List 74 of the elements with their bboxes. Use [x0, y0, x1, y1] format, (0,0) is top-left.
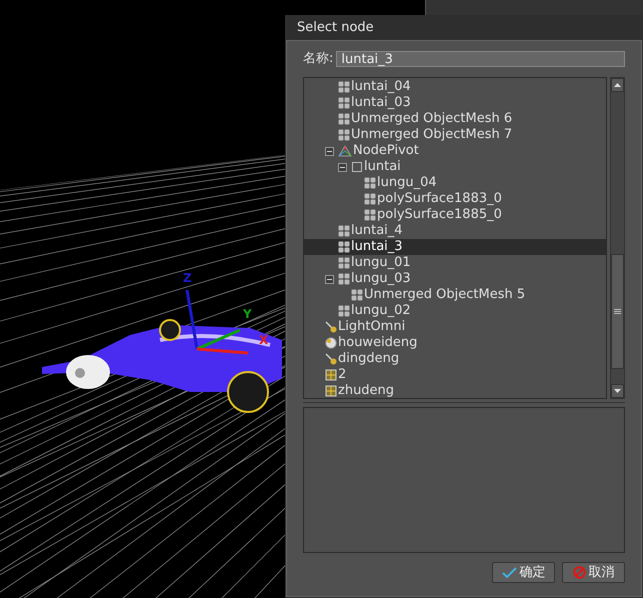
node-label: lungu_02: [351, 303, 411, 319]
square-icon: [352, 162, 362, 172]
scroll-down-icon[interactable]: [611, 384, 624, 398]
tree-item[interactable]: luntai_4: [304, 223, 606, 239]
mesh-icon: [338, 129, 350, 141]
tree-item[interactable]: luntai: [304, 159, 606, 175]
tree-item[interactable]: 2: [304, 367, 606, 383]
name-field[interactable]: luntai_3: [336, 51, 625, 67]
tree-item[interactable]: houweideng: [304, 335, 606, 351]
mesh-icon: [338, 225, 350, 237]
spotlight-icon: [325, 321, 337, 333]
mesh-icon: [338, 241, 350, 253]
pivot-icon: [338, 145, 352, 157]
spotlight-icon: [325, 353, 337, 365]
tree-item[interactable]: luntai_3: [304, 239, 606, 255]
tree-item[interactable]: zhudeng: [304, 383, 606, 398]
scroll-up-icon[interactable]: [611, 78, 624, 92]
mesh-icon: [364, 177, 376, 189]
node-label: luntai_04: [351, 79, 411, 95]
tree-item[interactable]: dingdeng: [304, 351, 606, 367]
scrollbar[interactable]: [610, 77, 625, 399]
dialog-title: Select node: [296, 18, 375, 37]
cancel-button[interactable]: 取消: [562, 562, 625, 583]
node-label: Unmerged ObjectMesh 5: [364, 287, 526, 303]
confirm-button[interactable]: 确定: [492, 562, 555, 583]
tree-item[interactable]: luntai_04: [304, 79, 606, 95]
mesh-icon: [338, 273, 350, 285]
node-label: lungu_04: [377, 175, 437, 191]
cube-icon: [325, 369, 337, 381]
tree-item[interactable]: luntai_03: [304, 95, 606, 111]
tree-item[interactable]: lungu_03: [304, 271, 606, 287]
tree-item[interactable]: Unmerged ObjectMesh 5: [304, 287, 606, 303]
node-label: dingdeng: [338, 351, 400, 367]
node-label: polySurface1883_0: [377, 191, 502, 207]
node-label: lungu_03: [351, 271, 411, 287]
bulb-icon: [325, 337, 337, 349]
node-label: luntai_4: [351, 223, 403, 239]
tree-item[interactable]: NodePivot: [304, 143, 606, 159]
node-label: zhudeng: [338, 383, 394, 398]
collapse-toggle[interactable]: [338, 162, 347, 172]
mesh-icon: [364, 209, 376, 221]
mesh-icon: [338, 97, 350, 109]
node-label: luntai: [364, 159, 401, 175]
name-label: 名称:: [303, 50, 334, 68]
mesh-icon: [338, 305, 350, 317]
tree-item[interactable]: lungu_02: [304, 303, 606, 319]
checkmark-icon: [502, 566, 516, 578]
node-label: luntai_03: [351, 95, 411, 111]
tree-item[interactable]: lungu_04: [304, 175, 606, 191]
node-label: LightOmni: [338, 319, 406, 335]
mesh-icon: [338, 81, 350, 93]
collapse-toggle[interactable]: [325, 146, 334, 156]
tree-item[interactable]: polySurface1885_0: [304, 207, 606, 223]
tree-item[interactable]: polySurface1883_0: [304, 191, 606, 207]
prohibited-icon: [572, 566, 586, 579]
tree-item[interactable]: LightOmni: [304, 319, 606, 335]
node-label: Unmerged ObjectMesh 6: [351, 111, 512, 127]
node-label: NodePivot: [353, 143, 419, 159]
node-label: luntai_3: [351, 239, 403, 255]
node-label: polySurface1885_0: [377, 207, 502, 223]
tree-item[interactable]: Unmerged ObjectMesh 6: [304, 111, 606, 127]
mesh-icon: [338, 257, 350, 269]
tree-item[interactable]: lungu_01: [304, 255, 606, 271]
mesh-icon: [351, 289, 363, 301]
node-label: Unmerged ObjectMesh 7: [351, 127, 512, 143]
mesh-icon: [364, 193, 376, 205]
mesh-icon: [338, 113, 350, 125]
cube-icon: [325, 385, 337, 397]
node-label: 2: [338, 367, 346, 383]
node-label: lungu_01: [351, 255, 411, 271]
scroll-thumb[interactable]: [611, 254, 624, 369]
node-label: houweideng: [338, 335, 418, 351]
tree-item[interactable]: Unmerged ObjectMesh 7: [304, 127, 606, 143]
collapse-toggle[interactable]: [325, 274, 334, 284]
